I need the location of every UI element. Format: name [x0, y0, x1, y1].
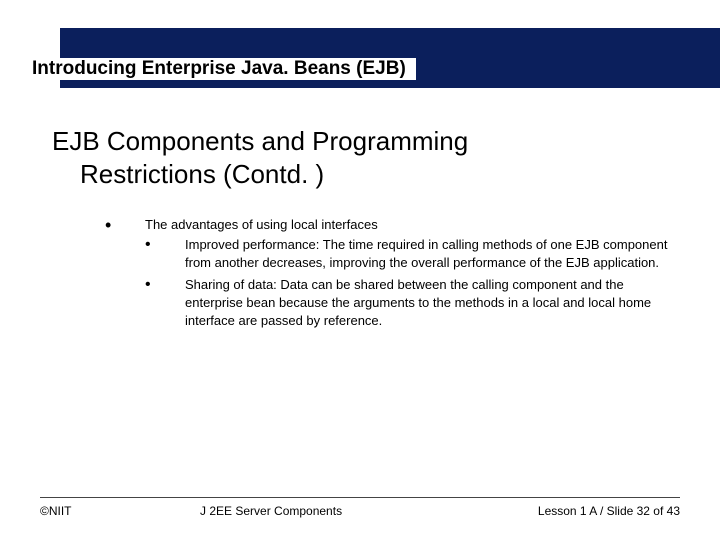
sub-bullet-list: • Improved performance: The time require… [145, 236, 670, 330]
bullet-intro-text: The advantages of using local interfaces [145, 216, 378, 234]
title-line-2: Restrictions (Contd. ) [80, 158, 680, 191]
slide-title: EJB Components and Programming Restricti… [52, 125, 680, 190]
footer-course-name: J 2EE Server Components [200, 504, 342, 518]
sub-bullet-text: Sharing of data: Data can be shared betw… [185, 276, 670, 331]
footer: ©NIIT J 2EE Server Components Lesson 1 A… [40, 497, 680, 518]
bullet-dot-icon: • [145, 276, 185, 331]
sub-bullet: • Sharing of data: Data can be shared be… [145, 276, 670, 331]
sub-bullet: • Improved performance: The time require… [145, 236, 670, 272]
module-title: Introducing Enterprise Java. Beans (EJB) [32, 58, 416, 80]
footer-slide-number: Lesson 1 A / Slide 32 of 43 [538, 504, 680, 518]
sub-bullet-text: Improved performance: The time required … [185, 236, 670, 272]
bullet-dot-icon: • [145, 236, 185, 272]
bullet-dot-icon: • [105, 216, 145, 234]
content-area: • The advantages of using local interfac… [105, 216, 670, 333]
bullet-level-1: • The advantages of using local interfac… [105, 216, 670, 234]
footer-copyright: ©NIIT [40, 504, 72, 518]
title-line-1: EJB Components and Programming [52, 125, 680, 158]
